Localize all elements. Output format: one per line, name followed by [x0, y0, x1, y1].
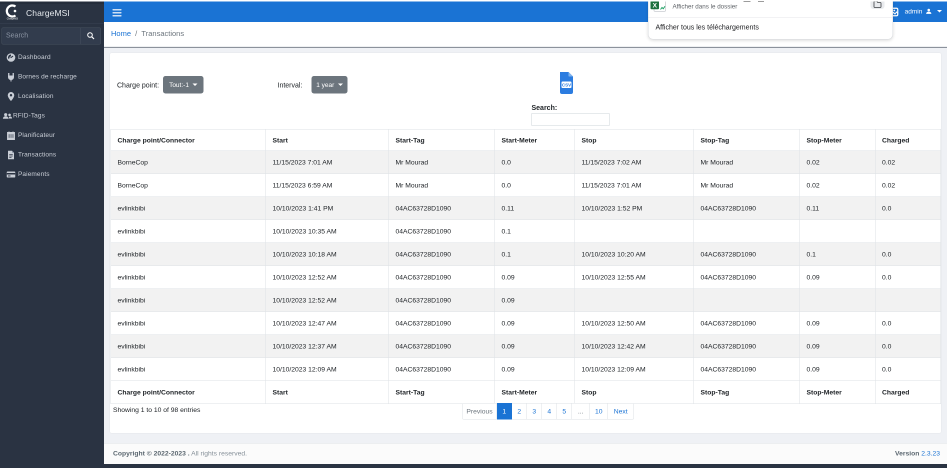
svg-text:ChargeMSI: ChargeMSI: [7, 18, 19, 21]
svg-text:CSV: CSV: [562, 83, 571, 88]
svg-text:X: X: [653, 3, 658, 10]
